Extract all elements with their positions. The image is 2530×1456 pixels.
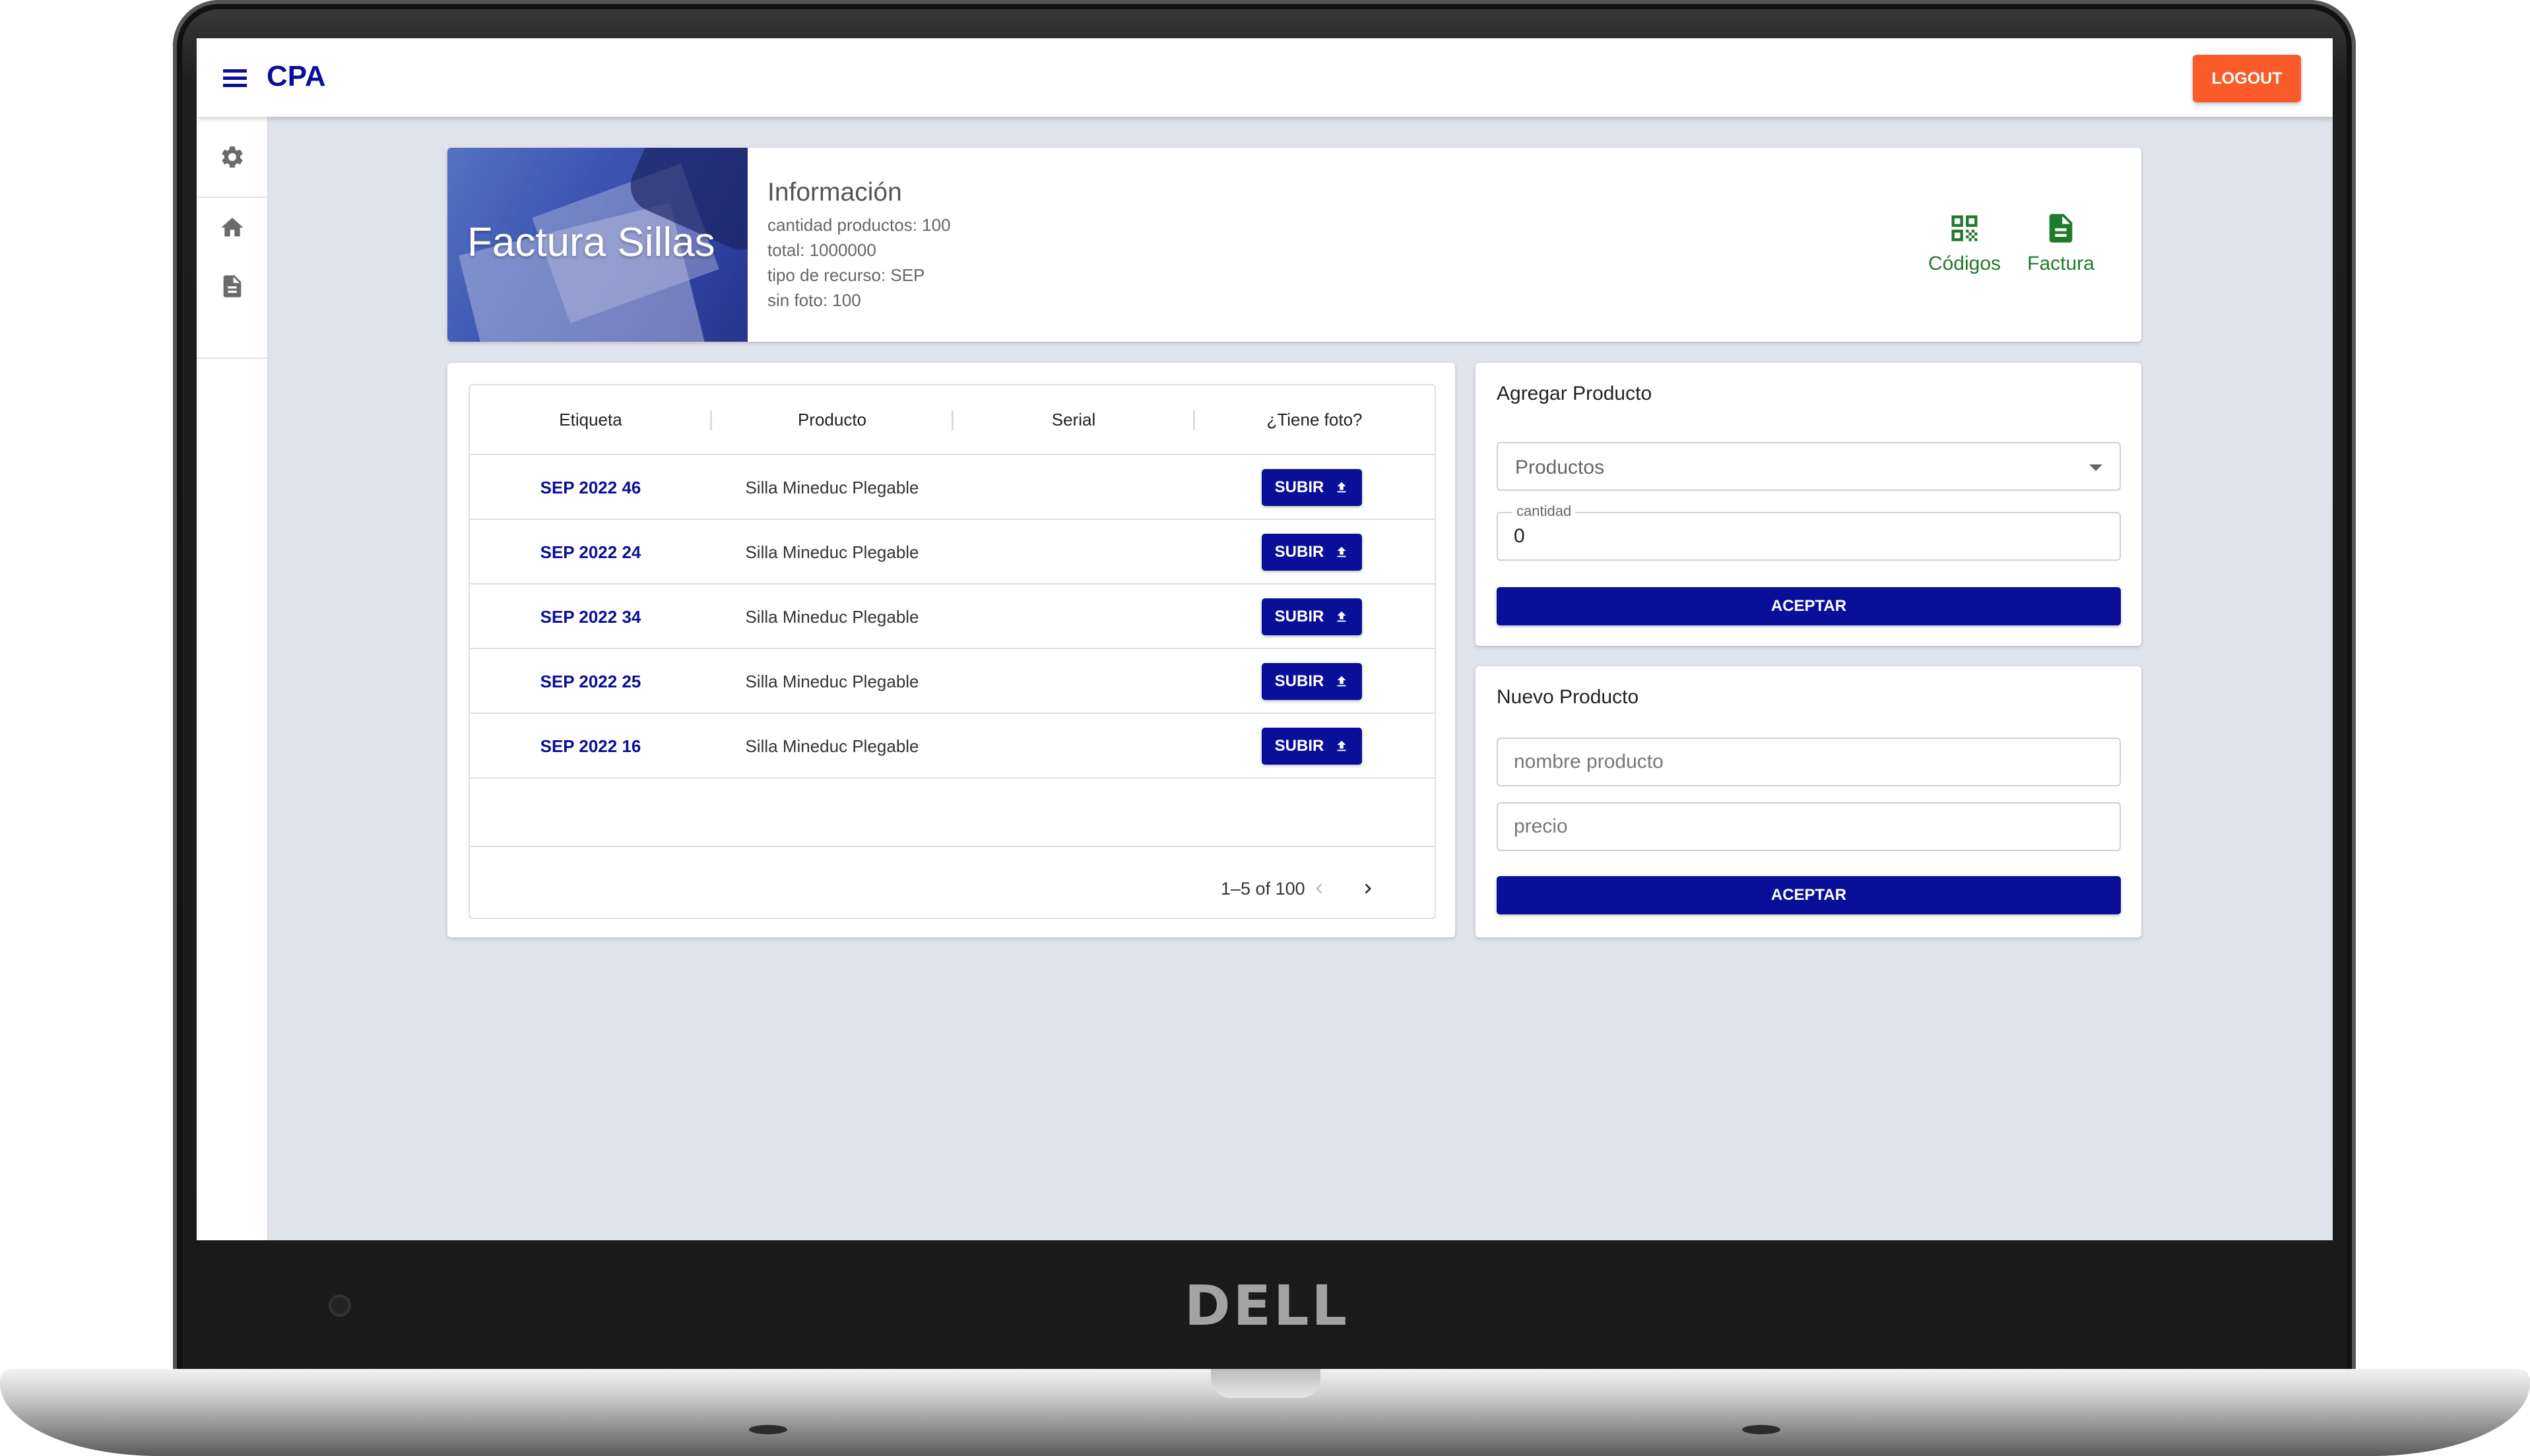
column-header-product[interactable]: Producto [711,385,953,454]
info-total: total: 1000000 [767,240,876,260]
column-header-has-photo[interactable]: ¿Tiene foto? [1194,385,1435,454]
hamburger-menu-icon[interactable] [223,69,247,88]
sidebar-item-settings[interactable] [197,144,267,170]
chevron-left-icon [1316,883,1322,894]
screen: CPA LOGOUT Factura Sillas Información ca… [197,38,2333,1240]
upload-button[interactable]: SUBIR [1262,469,1362,506]
pagination-range: 1–5 of 100 [1221,879,1305,899]
column-header-serial[interactable]: Serial [953,385,1194,454]
table-row[interactable]: SEP 2022 24 Silla Mineduc Plegable SUBIR [470,519,1435,585]
app-title: CPA [267,60,326,92]
add-product-title: Agregar Producto [1497,383,1652,404]
price-input[interactable] [1497,802,2121,851]
row-tag: SEP 2022 24 [540,542,641,562]
upload-icon [1337,676,1346,687]
upload-button[interactable]: SUBIR [1262,534,1362,571]
row-product: Silla Mineduc Plegable [745,542,919,562]
invoice-title: Factura Sillas [467,220,715,265]
sidebar-divider [197,197,267,198]
row-tag: SEP 2022 16 [540,736,641,756]
row-product: Silla Mineduc Plegable [745,607,919,627]
invoice-link[interactable]: Factura [2011,211,2110,275]
chevron-right-icon [1365,883,1371,894]
row-product: Silla Mineduc Plegable [745,672,919,691]
column-header-tag[interactable]: Etiqueta [470,385,711,454]
dropdown-arrow-icon [2089,464,2102,471]
sidebar-item-home[interactable] [197,214,267,241]
products-table-card: Etiqueta Producto Serial ¿Tiene foto? SE… [447,363,1455,937]
quantity-label: cantidad [1512,503,1576,520]
laptop-brand-logo: DELL [1184,1273,1350,1338]
upload-label: SUBIR [1274,543,1324,561]
upload-button[interactable]: SUBIR [1262,663,1362,700]
invoice-banner-image: Factura Sillas [447,148,748,342]
product-name-input[interactable] [1497,738,2121,786]
quantity-input[interactable] [1497,512,2121,561]
products-select[interactable]: Productos [1497,442,2121,491]
row-tag: SEP 2022 25 [540,672,641,691]
webcam [329,1294,351,1317]
table-row[interactable]: SEP 2022 34 Silla Mineduc Plegable SUBIR [470,583,1435,649]
top-app-bar: CPA LOGOUT [197,38,2333,117]
next-page-button[interactable] [1351,872,1384,905]
sidebar-divider [197,358,267,359]
add-product-accept-button[interactable]: ACEPTAR [1497,587,2121,625]
info-quantity: cantidad productos: 100 [767,215,951,235]
products-select-value: Productos [1515,457,1605,478]
table-divider [470,777,1435,778]
row-tag: SEP 2022 46 [540,478,641,497]
upload-icon [1337,740,1346,751]
table-row[interactable]: SEP 2022 46 Silla Mineduc Plegable SUBIR [470,454,1435,520]
row-product: Silla Mineduc Plegable [745,736,919,756]
new-product-title: Nuevo Producto [1497,686,1639,708]
new-product-card: Nuevo Producto ACEPTAR [1476,666,2141,937]
logout-button[interactable]: LOGOUT [2193,55,2301,102]
invoice-info-card: Factura Sillas Información cantidad prod… [447,148,2141,342]
upload-icon [1337,482,1346,493]
codes-link[interactable]: Códigos [1915,211,2014,275]
sidebar-item-documents[interactable] [197,273,267,300]
table-row[interactable]: SEP 2022 25 Silla Mineduc Plegable SUBIR [470,648,1435,714]
upload-label: SUBIR [1274,672,1324,690]
laptop-foot [749,1425,787,1434]
laptop-notch [1211,1369,1320,1398]
add-product-card: Agregar Producto Productos cantidad ACEP… [1476,363,2141,646]
home-icon [220,218,243,237]
upload-label: SUBIR [1274,608,1324,625]
upload-label: SUBIR [1274,478,1324,496]
invoice-label: Factura [2027,253,2094,274]
table-row[interactable]: SEP 2022 16 Silla Mineduc Plegable SUBIR [470,712,1435,778]
codes-label: Códigos [1928,253,2001,274]
info-heading: Información [767,178,902,206]
row-tag: SEP 2022 34 [540,607,641,627]
gear-icon [221,146,243,168]
upload-label: SUBIR [1274,737,1324,755]
products-table: Etiqueta Producto Serial ¿Tiene foto? SE… [469,384,1436,919]
qr-code-icon [1951,215,1978,241]
upload-icon [1337,611,1346,622]
document-icon [223,275,241,298]
info-resource-type: tipo de recurso: SEP [767,265,925,285]
table-footer-divider [470,846,1435,847]
upload-icon [1337,546,1346,557]
upload-button[interactable]: SUBIR [1262,598,1362,635]
upload-button[interactable]: SUBIR [1262,728,1362,765]
new-product-accept-button[interactable]: ACEPTAR [1497,876,2121,914]
row-product: Silla Mineduc Plegable [745,478,919,497]
previous-page-button[interactable] [1303,872,1336,905]
laptop-foot [1742,1425,1780,1434]
sidebar [197,117,268,1240]
info-without-photo: sin foto: 100 [767,290,861,310]
document-icon [2049,214,2073,243]
